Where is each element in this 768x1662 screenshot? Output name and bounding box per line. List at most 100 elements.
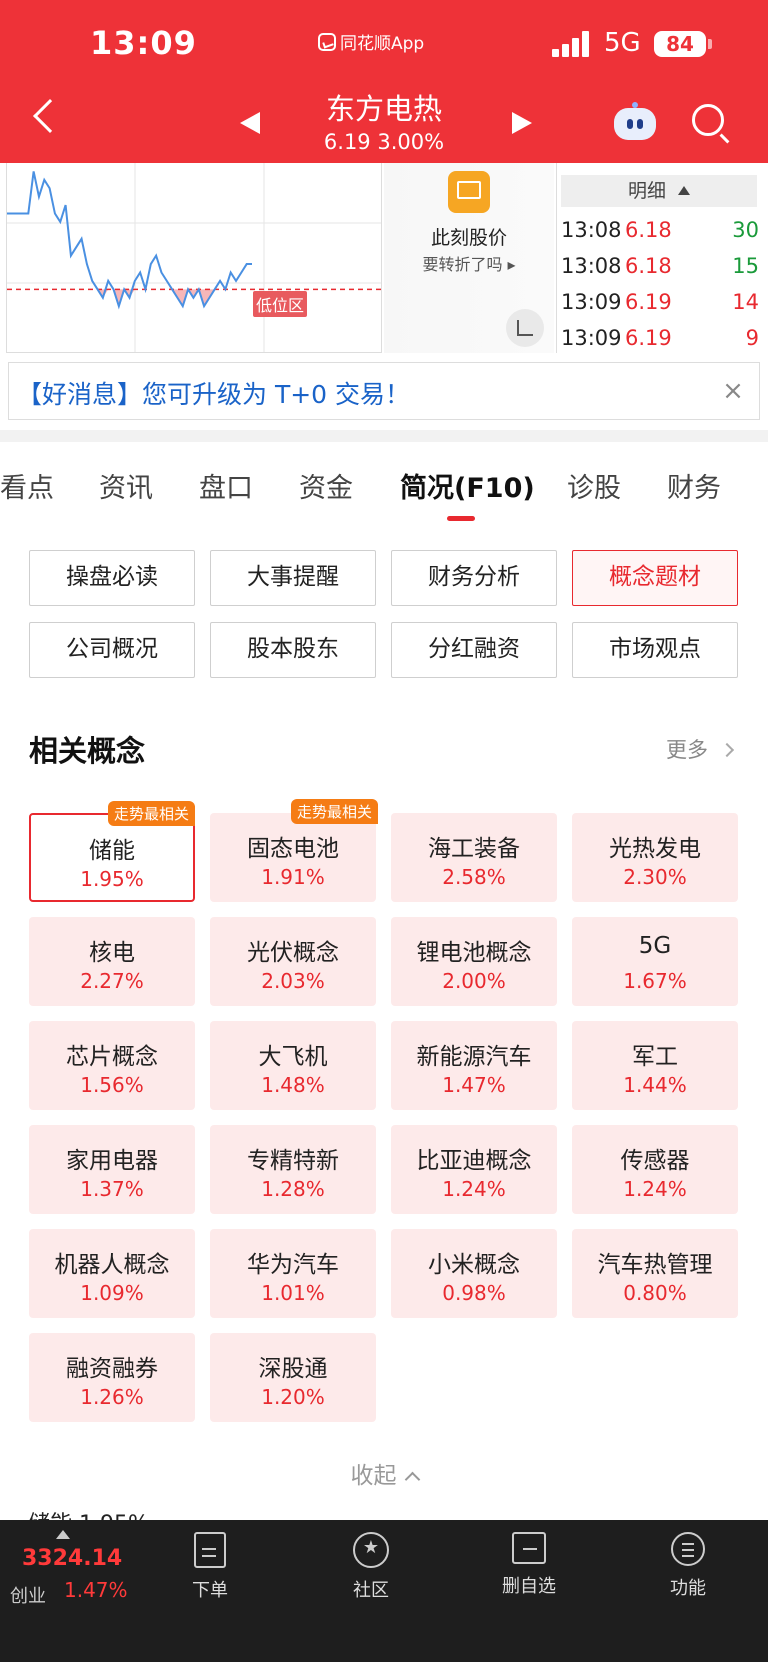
concept-card[interactable]: 固态电池 1.91% 走势最相关 <box>210 799 378 902</box>
concept-card[interactable]: 芯片概念 1.56% <box>29 1021 195 1110</box>
nav-remove-watchlist[interactable]: 删自选 <box>479 1532 579 1598</box>
search-icon[interactable] <box>692 104 724 136</box>
nav-functions[interactable]: 功能 <box>638 1532 738 1600</box>
subbtn-company[interactable]: 公司概况 <box>29 622 195 678</box>
next-stock-icon[interactable] <box>512 112 532 134</box>
section-divider <box>0 430 768 442</box>
subbtn-shareholders[interactable]: 股本股东 <box>210 622 376 678</box>
order-doc-icon <box>194 1532 226 1568</box>
status-time: 13:09 <box>90 24 197 62</box>
concept-card[interactable]: 大飞机 1.48% <box>210 1021 376 1110</box>
tab-finance[interactable]: 财务 <box>667 466 721 505</box>
tab-f10[interactable]: 简况(F10) <box>400 466 535 505</box>
concept-card[interactable]: 锂电池概念 2.00% <box>391 917 557 1006</box>
concept-name: 军工 <box>632 1044 678 1070</box>
subbtn-market-views[interactable]: 市场观点 <box>572 622 738 678</box>
concept-card[interactable]: 海工装备 2.58% <box>391 813 557 902</box>
tick-row: 13:08 6.18 15 <box>561 254 759 278</box>
concept-card[interactable]: 汽车热管理 0.80% <box>572 1229 738 1318</box>
collapse-label: 收起 <box>350 1463 397 1489</box>
tab-funds[interactable]: 资金 <box>299 466 353 505</box>
more-link[interactable]: 更多 <box>666 734 735 764</box>
app-badge: 同花顺App <box>318 29 424 54</box>
concept-card[interactable]: 光伏概念 2.03% <box>210 917 376 1006</box>
tab-bar: 看点 资讯 盘口 资金 简况(F10) 诊股 财务 <box>0 466 768 526</box>
concept-name: 华为汽车 <box>247 1252 339 1278</box>
intraday-chart[interactable]: 低位区 <box>6 163 382 353</box>
close-icon[interactable]: × <box>719 377 747 405</box>
tick-row: 13:09 6.19 14 <box>561 290 759 314</box>
concept-card[interactable]: 专精特新 1.28% <box>210 1125 376 1214</box>
tick-row: 13:08 6.18 30 <box>561 218 759 242</box>
stock-price: 6.19 <box>323 130 371 154</box>
concept-change: 1.56% <box>80 1073 144 1097</box>
app-logo-icon <box>318 32 336 51</box>
tab-diagnose[interactable]: 诊股 <box>567 466 621 505</box>
concept-name: 大飞机 <box>258 1044 328 1070</box>
concept-card[interactable]: 核电 2.27% <box>29 917 195 1006</box>
tick-row: 13:09 6.19 9 <box>561 326 759 350</box>
most-correlated-tag: 走势最相关 <box>290 799 378 824</box>
concept-change: 1.28% <box>261 1177 325 1201</box>
nav-order[interactable]: 下单 <box>160 1532 260 1602</box>
concept-change: 2.27% <box>80 969 144 993</box>
concept-card[interactable]: 军工 1.44% <box>572 1021 738 1110</box>
battery-icon: 84 <box>654 31 712 57</box>
app-name-label: 同花顺App <box>340 34 425 54</box>
concept-name: 融资融券 <box>66 1356 158 1382</box>
concept-change: 1.24% <box>442 1177 506 1201</box>
concept-name: 专精特新 <box>247 1148 339 1174</box>
subbtn-events[interactable]: 大事提醒 <box>210 550 376 606</box>
subbtn-concepts[interactable]: 概念题材 <box>572 550 738 606</box>
subbtn-dividends[interactable]: 分红融资 <box>391 622 557 678</box>
most-correlated-tag: 走势最相关 <box>107 801 195 826</box>
concept-name: 小米概念 <box>428 1252 520 1278</box>
intraday-chart-svg <box>7 163 381 352</box>
concept-change: 1.20% <box>261 1385 325 1409</box>
concept-name: 海工装备 <box>428 836 520 862</box>
concept-card[interactable]: 融资融券 1.26% <box>29 1333 195 1422</box>
expand-icon[interactable] <box>506 309 544 347</box>
more-label: 更多 <box>666 738 708 762</box>
concept-card[interactable]: 储能 1.95% 走势最相关 <box>29 801 195 902</box>
remove-watchlist-icon <box>512 1532 546 1564</box>
chart-promo-icon <box>448 171 490 213</box>
concept-change: 1.24% <box>623 1177 687 1201</box>
index-name: 创业 <box>10 1586 46 1607</box>
concept-card[interactable]: 深股通 1.20% <box>210 1333 376 1422</box>
concept-change: 2.58% <box>442 865 506 889</box>
nav-community[interactable]: 社区 <box>321 1532 421 1602</box>
collapse-button[interactable]: 收起 <box>0 1456 768 1490</box>
concept-change: 0.80% <box>623 1281 687 1305</box>
concept-name: 核电 <box>89 940 135 966</box>
tick-header[interactable]: 明细 <box>561 175 757 207</box>
concept-change: 2.30% <box>623 865 687 889</box>
concept-card[interactable]: 传感器 1.24% <box>572 1125 738 1214</box>
concept-card[interactable]: 家用电器 1.37% <box>29 1125 195 1214</box>
tab-news[interactable]: 资讯 <box>99 466 153 505</box>
caret-up-icon <box>678 186 690 195</box>
concept-change: 2.00% <box>442 969 506 993</box>
news-text[interactable]: 【好消息】您可升级为 T+0 交易！ <box>17 375 410 411</box>
tab-orderbook[interactable]: 盘口 <box>199 466 253 505</box>
concept-card[interactable]: 华为汽车 1.01% <box>210 1229 376 1318</box>
section-title: 相关概念 <box>29 734 146 768</box>
concept-name: 光伏概念 <box>247 940 339 966</box>
concept-card[interactable]: 比亚迪概念 1.24% <box>391 1125 557 1214</box>
robot-assistant-icon[interactable] <box>612 102 658 142</box>
subbtn-must-read[interactable]: 操盘必读 <box>29 550 195 606</box>
promo-title: 此刻股价 <box>430 227 507 249</box>
concept-card[interactable]: 光热发电 2.30% <box>572 813 738 902</box>
promo-panel[interactable]: 此刻股价 要转折了吗 ▸ <box>384 163 554 353</box>
concept-change: 1.95% <box>80 867 144 891</box>
concept-card[interactable]: 机器人概念 1.09% <box>29 1229 195 1318</box>
index-value[interactable]: 3324.14 <box>22 1546 122 1571</box>
subbtn-financial-analysis[interactable]: 财务分析 <box>391 550 557 606</box>
concept-card[interactable]: 5G 1.67% <box>572 917 738 1006</box>
concept-card[interactable]: 小米概念 0.98% <box>391 1229 557 1318</box>
concept-card[interactable]: 新能源汽车 1.47% <box>391 1021 557 1110</box>
concept-change: 2.03% <box>261 969 325 993</box>
news-banner[interactable]: 【好消息】您可升级为 T+0 交易！ × <box>8 362 760 420</box>
tab-kandian[interactable]: 看点 <box>0 466 54 505</box>
price-line <box>7 171 252 310</box>
